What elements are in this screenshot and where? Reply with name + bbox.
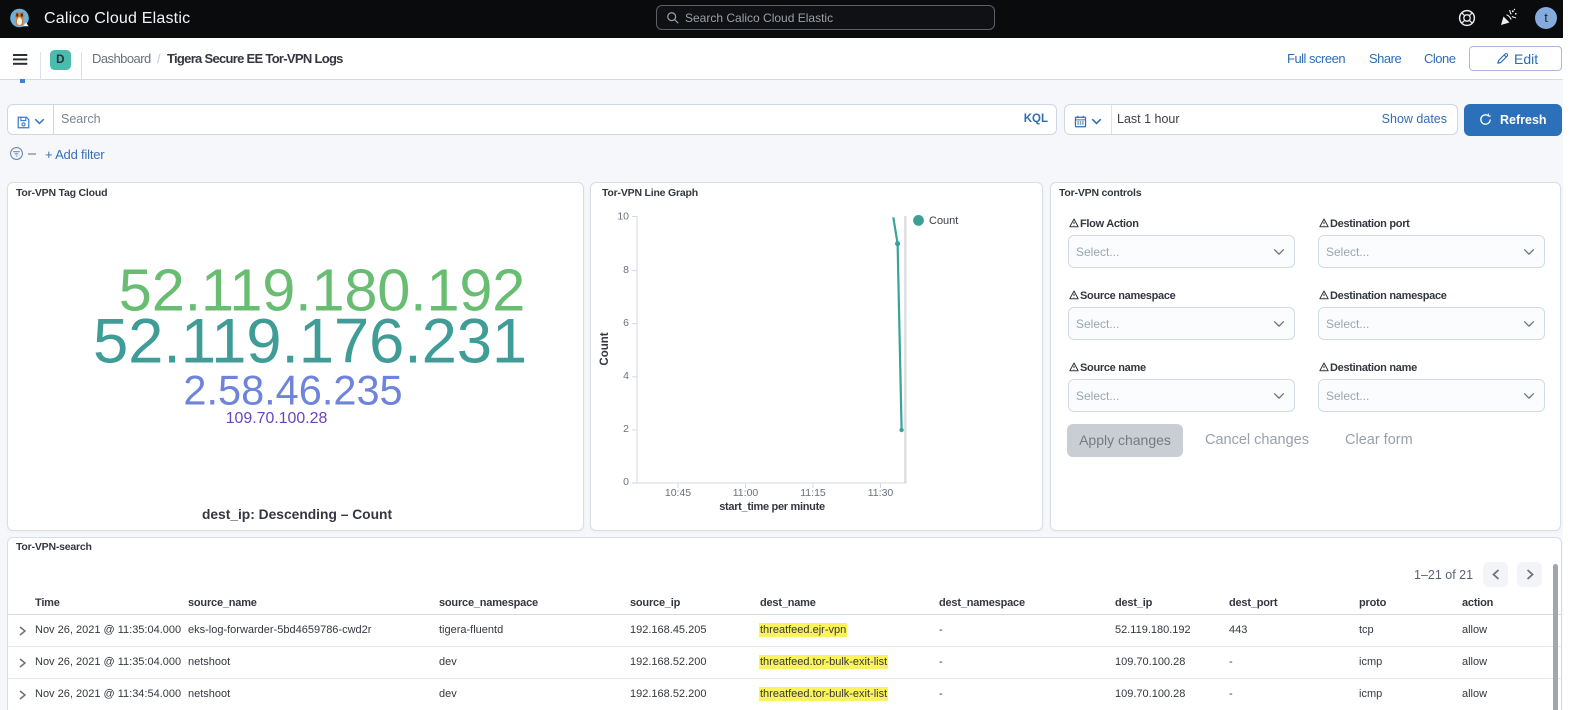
svg-text:4: 4 xyxy=(623,370,629,382)
svg-text:10:45: 10:45 xyxy=(665,487,691,499)
svg-text:11:00: 11:00 xyxy=(733,487,759,499)
svg-text:0: 0 xyxy=(623,476,629,488)
svg-text:2: 2 xyxy=(623,423,629,435)
svg-text:8: 8 xyxy=(623,264,629,276)
svg-text:Count: Count xyxy=(599,332,611,365)
svg-text:11:30: 11:30 xyxy=(868,487,894,499)
svg-text:start_time per minute: start_time per minute xyxy=(719,501,825,513)
svg-text:6: 6 xyxy=(623,317,629,329)
svg-text:11:15: 11:15 xyxy=(800,487,826,499)
svg-text:Count: Count xyxy=(929,215,958,227)
svg-text:10: 10 xyxy=(617,211,629,223)
